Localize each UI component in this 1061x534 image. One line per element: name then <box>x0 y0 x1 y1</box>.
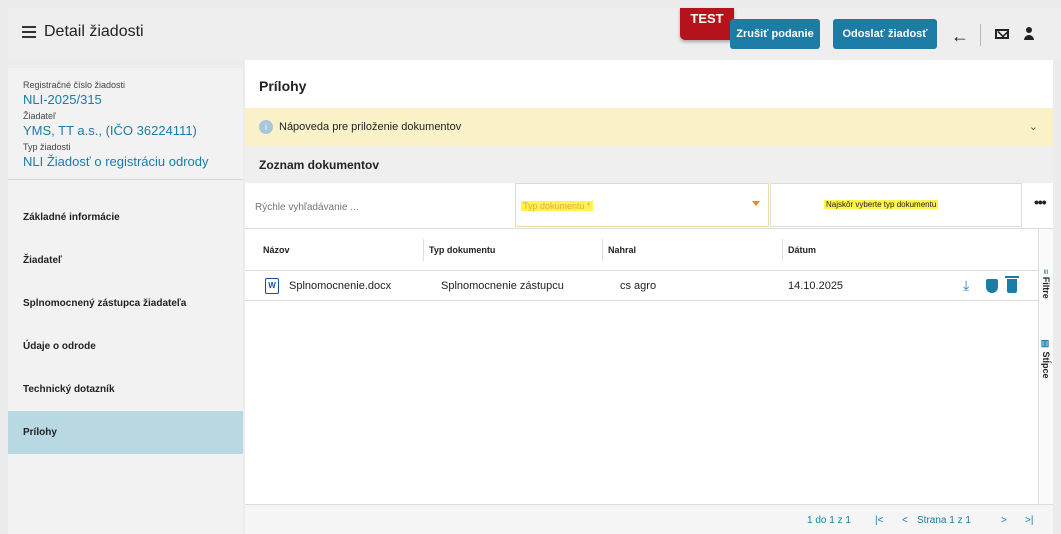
filter-row: Typ dokumentu * Najskôr vyberte typ doku… <box>245 183 1053 229</box>
applicant-value: YMS, TT a.s., (IČO 36224111) <box>23 123 197 138</box>
sidebar-item-basic-info[interactable]: Základné informácie <box>8 196 243 239</box>
document-uploader: cs agro <box>620 280 657 292</box>
sidebar-item-tech-questionnaire[interactable]: Technický dotazník <box>8 368 243 411</box>
sidebar-item-representative[interactable]: Splnomocnený zástupca žiadateľa <box>8 282 243 325</box>
pagination-bar: 1 do 1 z 1 |< < Strana 1 z 1 > >| <box>245 504 1053 534</box>
section-title: Prílohy <box>259 78 307 94</box>
column-header-type[interactable]: Typ dokumentu <box>429 245 495 255</box>
request-info: Registračné číslo žiadosti NLI-2025/315 … <box>8 68 243 169</box>
columns-label: Stĺpce <box>1041 351 1051 379</box>
info-icon: i <box>259 120 273 134</box>
more-options-icon[interactable]: ••• <box>1034 194 1047 210</box>
last-page-button[interactable]: >| <box>1025 515 1033 526</box>
applicant-label: Žiadateľ <box>23 111 56 121</box>
sidebar: Registračné číslo žiadosti NLI-2025/315 … <box>8 68 243 534</box>
document-date: 14.10.2025 <box>788 280 844 292</box>
top-bar: Detail žiadosti TEST Zrušiť podanie Odos… <box>8 8 1061 60</box>
trash-icon[interactable] <box>1005 276 1019 293</box>
next-page-button[interactable]: > <box>1001 515 1007 526</box>
help-text: Nápoveda pre priloženie dokumentov <box>279 121 462 133</box>
shield-icon[interactable] <box>986 279 998 293</box>
sidebar-item-applicant[interactable]: Žiadateľ <box>8 239 243 282</box>
page-title: Detail žiadosti <box>44 23 144 40</box>
column-separator <box>602 239 603 261</box>
table-header: Názov Typ dokumentu Nahral Dátum <box>245 229 1038 271</box>
document-list-title: Zoznam dokumentov <box>259 158 380 172</box>
quick-search-input[interactable] <box>255 197 505 217</box>
header-divider <box>980 24 981 46</box>
sidebar-item-attachments[interactable]: Prílohy <box>8 411 243 454</box>
mail-icon[interactable] <box>995 29 1009 39</box>
page-indicator: Strana 1 z 1 <box>917 515 971 526</box>
test-badge: TEST <box>680 8 734 40</box>
send-request-button[interactable]: Odoslať žiadosť <box>833 19 937 49</box>
help-accordion[interactable]: i Nápoveda pre priloženie dokumentov ⌄ <box>245 108 1053 146</box>
column-separator <box>423 239 424 261</box>
columns-tool[interactable]: ▥ Stĺpce <box>1041 339 1051 379</box>
upload-hint: Najskôr vyberte typ dokumentu <box>824 200 939 209</box>
prev-page-button[interactable]: < <box>902 515 908 526</box>
columns-icon: ▥ <box>1041 339 1051 352</box>
sidebar-item-variety-data[interactable]: Údaje o odrode <box>8 325 243 368</box>
download-icon[interactable]: ⤓ <box>963 277 969 294</box>
column-separator <box>782 239 783 261</box>
documents-table: Názov Typ dokumentu Nahral Dátum W Splno… <box>245 229 1038 301</box>
hamburger-menu-icon[interactable] <box>22 26 36 38</box>
document-type-select[interactable]: Typ dokumentu * <box>515 183 769 227</box>
cancel-submission-button[interactable]: Zrušiť podanie <box>730 19 820 49</box>
filter-icon: ≡ <box>1041 269 1051 277</box>
column-header-uploader[interactable]: Nahral <box>608 245 636 255</box>
document-name[interactable]: Splnomocnenie.docx <box>289 280 391 292</box>
table-row[interactable]: W Splnomocnenie.docx Splnomocnenie zástu… <box>245 271 1038 301</box>
chevron-down-icon[interactable]: ⌄ <box>1029 120 1038 133</box>
first-page-button[interactable]: |< <box>875 515 883 526</box>
request-type-label: Typ žiadosti <box>23 142 71 152</box>
request-type-value: NLI Žiadosť o registráciu odrody <box>23 154 209 169</box>
document-type-placeholder: Typ dokumentu * <box>521 201 593 211</box>
arrow-left-icon[interactable]: ← <box>951 26 969 47</box>
column-header-date[interactable]: Dátum <box>788 245 816 255</box>
main-panel: Prílohy i Nápoveda pre priloženie dokume… <box>245 60 1053 534</box>
document-list-header: Zoznam dokumentov <box>245 146 1053 183</box>
grid-side-tools: ≡ Filtre ▥ Stĺpce <box>1038 229 1053 504</box>
column-header-name[interactable]: Názov <box>263 245 290 255</box>
upload-area[interactable]: Najskôr vyberte typ dokumentu <box>770 183 1022 227</box>
reg-number-value: NLI-2025/315 <box>23 92 102 107</box>
word-document-icon: W <box>265 278 279 294</box>
caret-down-icon <box>752 201 760 206</box>
filters-tool[interactable]: ≡ Filtre <box>1041 269 1051 299</box>
user-icon[interactable] <box>1023 27 1035 41</box>
pagination-range: 1 do 1 z 1 <box>807 515 851 526</box>
document-type: Splnomocnenie zástupcu <box>441 280 564 292</box>
filters-label: Filtre <box>1041 276 1051 299</box>
reg-number-label: Registračné číslo žiadosti <box>23 80 126 90</box>
sidebar-divider <box>8 179 243 180</box>
